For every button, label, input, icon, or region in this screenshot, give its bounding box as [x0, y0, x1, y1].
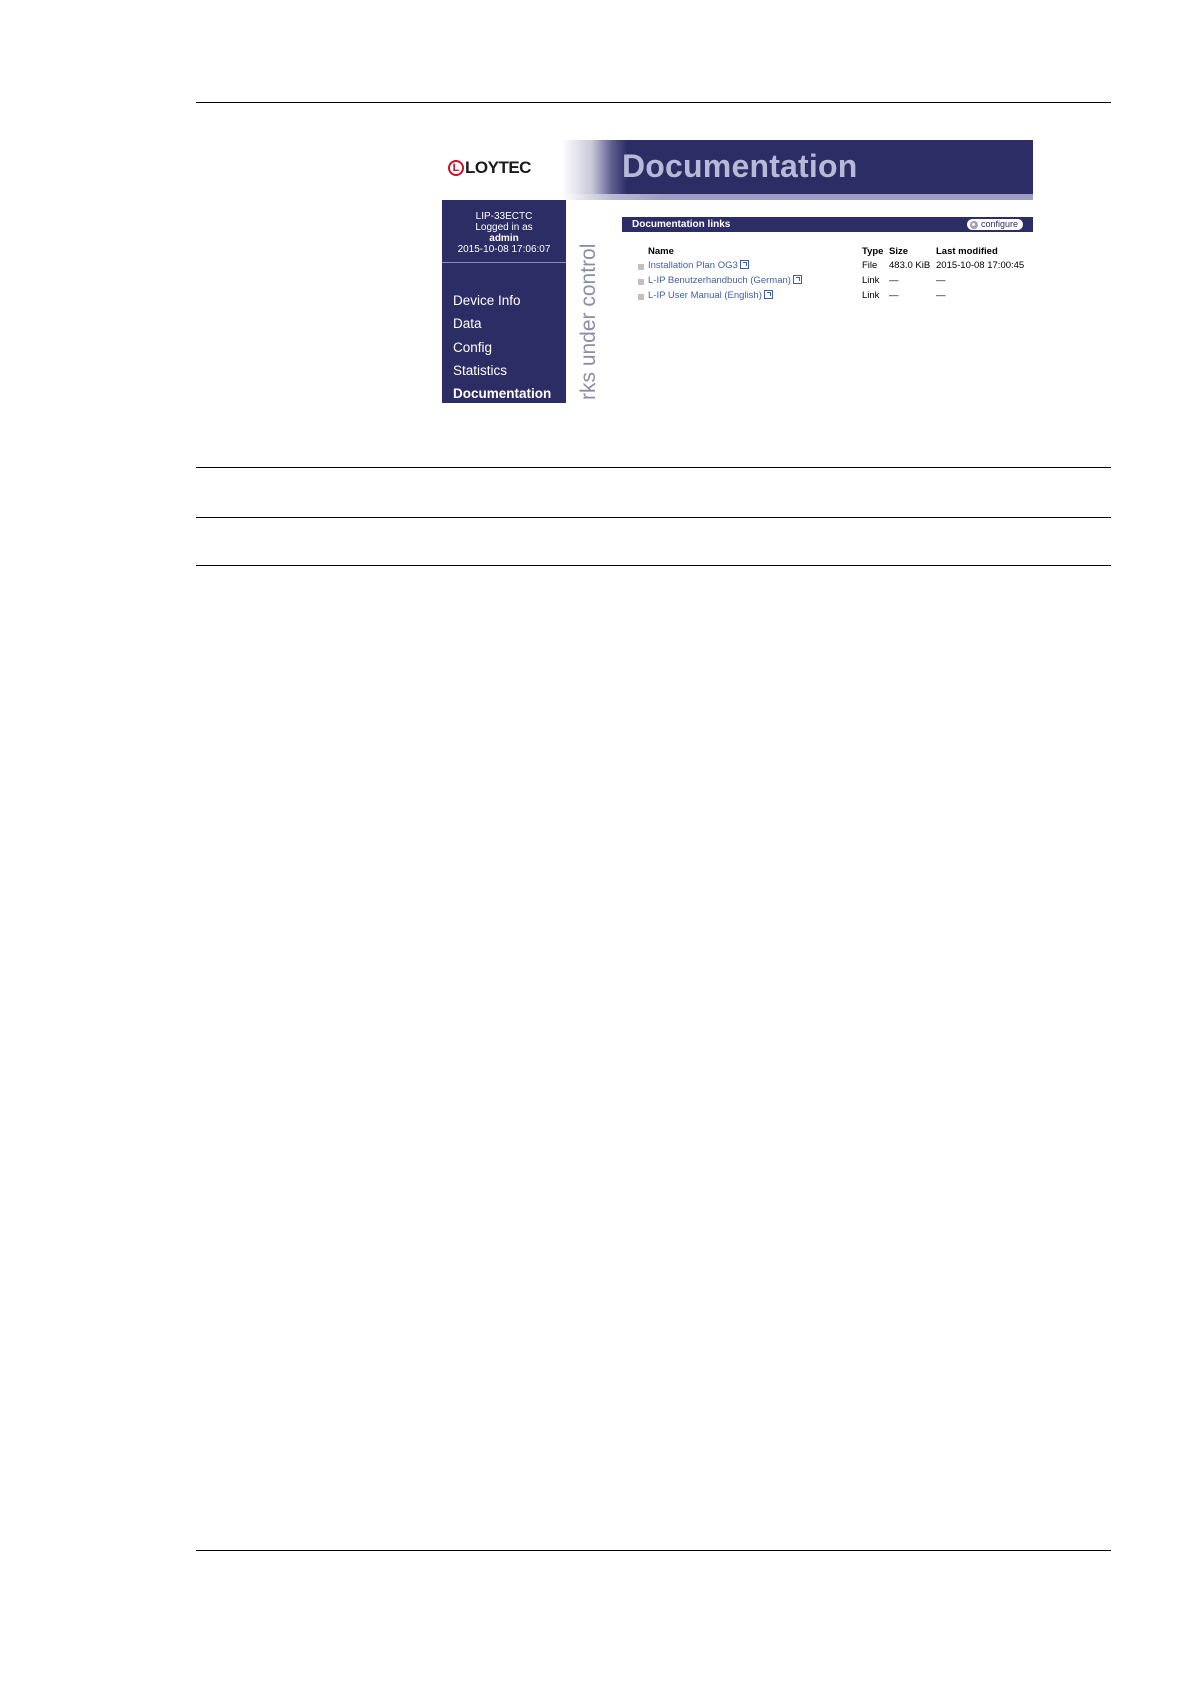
doc-link-installation-plan[interactable]: Installation Plan OG3 — [648, 260, 749, 271]
sidebar: LIP-33ECTC Logged in as admin 2015-10-08… — [442, 200, 566, 403]
vertical-slogan: rks under control — [577, 243, 600, 400]
modified-cell: — — [936, 275, 946, 286]
device-info-block: LIP-33ECTC Logged in as admin 2015-10-08… — [442, 211, 566, 255]
doc-link-user-manual[interactable]: L-IP User Manual (English) — [648, 290, 773, 301]
caption-rule-middle — [196, 517, 1111, 518]
column-header-last-modified: Last modified — [936, 246, 998, 257]
table-row: Installation Plan OG3 File 483.0 KiB 201… — [622, 260, 1033, 274]
gear-icon — [969, 220, 978, 229]
column-header-name: Name — [648, 246, 674, 257]
table-row: L-IP User Manual (English) Link — — — [622, 290, 1033, 304]
top-rule — [196, 102, 1111, 103]
logo-text: LOYTEC — [465, 158, 531, 177]
table-row: L-IP Benutzerhandbuch (German) Link — — — [622, 275, 1033, 289]
configure-label: configure — [980, 219, 1018, 229]
device-name: LIP-33ECTC — [475, 211, 533, 222]
footer-rule — [196, 1550, 1111, 1551]
sidebar-item-data[interactable]: Data — [453, 312, 551, 335]
logged-in-label: Logged in as — [475, 222, 533, 233]
sidebar-item-statistics[interactable]: Statistics — [453, 359, 551, 382]
doc-link-label[interactable]: L-IP Benutzerhandbuch (German) — [648, 275, 791, 286]
doc-link-label[interactable]: Installation Plan OG3 — [648, 260, 738, 271]
configure-button[interactable]: configure — [966, 219, 1023, 230]
modified-cell: — — [936, 290, 946, 301]
type-cell: Link — [862, 275, 880, 286]
caption-rule-top — [196, 467, 1111, 468]
column-header-size: Size — [889, 246, 909, 257]
size-cell: 483.0 KiB — [889, 260, 931, 271]
caption-rule-bottom — [196, 565, 1111, 566]
type-cell: File — [862, 260, 878, 271]
modified-cell: 2015-10-08 17:00:45 — [936, 260, 1025, 271]
panel-title: Documentation links — [632, 219, 731, 230]
size-cell: — — [889, 275, 899, 286]
bullet-icon — [638, 279, 644, 285]
sidebar-nav: Device Info Data Config Statistics Docum… — [453, 289, 551, 405]
column-header-type: Type — [862, 246, 884, 257]
download-icon[interactable] — [739, 260, 749, 269]
sidebar-item-config[interactable]: Config — [453, 336, 551, 359]
device-timestamp: 2015-10-08 17:06:07 — [457, 244, 551, 255]
bullet-icon — [638, 264, 644, 270]
logo-mark-icon: L — [448, 160, 464, 176]
page-title: Documentation — [622, 148, 858, 184]
size-cell: — — [889, 290, 899, 301]
type-cell: Link — [862, 290, 880, 301]
documentation-links-header: Documentation links configure — [622, 217, 1033, 232]
doc-link-benutzerhandbuch[interactable]: L-IP Benutzerhandbuch (German) — [648, 275, 802, 286]
sidebar-item-documentation[interactable]: Documentation — [453, 382, 551, 405]
web-ui-screenshot: L LOYTEC Documentation LIP-33ECTC Logged… — [442, 140, 1033, 403]
username: admin — [489, 233, 519, 244]
loytec-logo: L LOYTEC — [448, 158, 531, 178]
external-link-icon[interactable] — [792, 275, 802, 284]
sidebar-item-device-info[interactable]: Device Info — [453, 289, 551, 312]
bullet-icon — [638, 294, 644, 300]
sidebar-divider — [442, 262, 566, 263]
external-link-icon[interactable] — [763, 290, 773, 299]
doc-link-label[interactable]: L-IP User Manual (English) — [648, 290, 762, 301]
